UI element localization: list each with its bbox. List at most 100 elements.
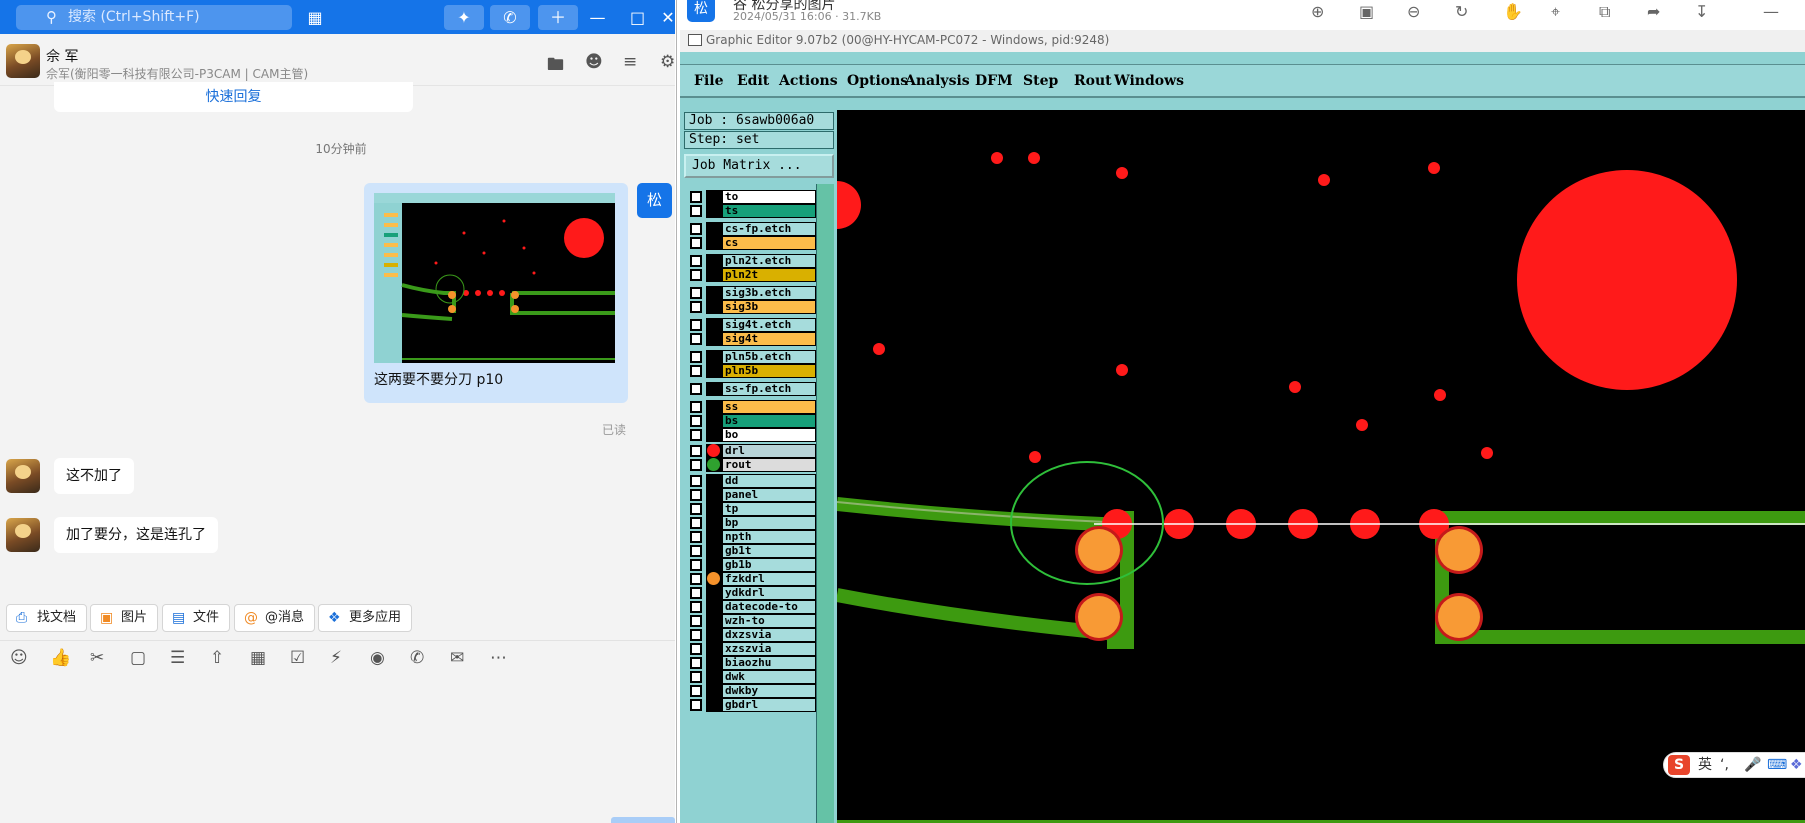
layer-name[interactable]: xzszvia bbox=[722, 642, 816, 656]
thumbs-up-icon[interactable]: 👍 bbox=[50, 648, 71, 668]
layer-row[interactable]: pln5b bbox=[686, 364, 816, 378]
menu-file[interactable]: File bbox=[694, 73, 723, 89]
message-bubble[interactable]: 加了要分，这是连孔了 bbox=[54, 517, 218, 553]
layer-checkbox[interactable] bbox=[690, 237, 702, 249]
layer-scrollbar[interactable] bbox=[816, 184, 834, 823]
layer-name[interactable]: npth bbox=[722, 530, 816, 544]
layer-checkbox[interactable] bbox=[690, 615, 702, 627]
layer-row[interactable]: npth bbox=[686, 530, 816, 544]
keyboard-icon[interactable]: ⌨ bbox=[1767, 753, 1787, 777]
layer-name[interactable]: gbdrl bbox=[722, 698, 816, 712]
layer-row[interactable]: gb1t bbox=[686, 544, 816, 558]
layer-row[interactable]: panel bbox=[686, 488, 816, 502]
menu-edit[interactable]: Edit bbox=[737, 73, 769, 89]
ime-language[interactable]: 英 bbox=[1698, 753, 1712, 777]
upload-icon[interactable]: ⇧ bbox=[210, 648, 224, 668]
layer-checkbox[interactable] bbox=[690, 657, 702, 669]
contact-name[interactable]: 佘 军 bbox=[46, 46, 78, 66]
layer-name[interactable]: pln2t.etch bbox=[722, 254, 816, 268]
menu-windows[interactable]: Windows bbox=[1114, 73, 1184, 89]
layer-checkbox[interactable] bbox=[690, 415, 702, 427]
hand-icon[interactable]: ✋ bbox=[1503, 2, 1523, 21]
layer-checkbox[interactable] bbox=[690, 301, 702, 313]
layer-row[interactable]: sig4t.etch bbox=[686, 318, 816, 332]
scissors-icon[interactable]: ✂ bbox=[90, 648, 104, 668]
folder-icon[interactable]: 🖿 bbox=[547, 52, 564, 81]
layer-checkbox[interactable] bbox=[690, 587, 702, 599]
layer-row[interactable]: sig3b bbox=[686, 300, 816, 314]
zoom-in-icon[interactable]: ⊕ bbox=[1311, 2, 1324, 21]
message-input[interactable] bbox=[0, 680, 675, 823]
layer-row[interactable]: to bbox=[686, 190, 816, 204]
layer-row[interactable]: xzszvia bbox=[686, 642, 816, 656]
phone-icon[interactable]: ✆ bbox=[410, 648, 424, 668]
layer-checkbox[interactable] bbox=[690, 255, 702, 267]
layer-name[interactable]: bo bbox=[722, 428, 816, 442]
actual-size-icon[interactable]: ▣ bbox=[1359, 2, 1374, 21]
layer-checkbox[interactable] bbox=[690, 269, 702, 281]
layer-row[interactable]: gbdrl bbox=[686, 698, 816, 712]
layer-row[interactable]: tp bbox=[686, 502, 816, 516]
file-chip[interactable]: ▤ 文件 bbox=[162, 604, 231, 632]
layer-checkbox[interactable] bbox=[690, 351, 702, 363]
layer-row[interactable]: gb1b bbox=[686, 558, 816, 572]
mail-icon[interactable]: ✉ bbox=[450, 648, 464, 668]
layer-row[interactable]: bp bbox=[686, 516, 816, 530]
layer-name[interactable]: bs bbox=[722, 414, 816, 428]
layer-name[interactable]: gb1b bbox=[722, 558, 816, 572]
image-chip[interactable]: ▣ 图片 bbox=[90, 604, 159, 632]
layer-row[interactable]: ydkdrl bbox=[686, 586, 816, 600]
job-matrix-button[interactable]: Job Matrix ... bbox=[684, 154, 834, 178]
ai-assistant-button[interactable]: ✦ bbox=[444, 5, 484, 30]
layer-row[interactable]: datecode-to bbox=[686, 600, 816, 614]
layer-row[interactable]: dwkby bbox=[686, 684, 816, 698]
menu-rout[interactable]: Rout bbox=[1074, 73, 1112, 89]
layer-row[interactable]: sig3b.etch bbox=[686, 286, 816, 300]
punctuation-icon[interactable]: ‘, bbox=[1720, 753, 1729, 777]
more-apps-chip[interactable]: ❖ 更多应用 bbox=[318, 604, 413, 632]
layer-checkbox[interactable] bbox=[690, 383, 702, 395]
layer-row[interactable]: fzkdrl bbox=[686, 572, 816, 586]
layer-name[interactable]: wzh-to bbox=[722, 614, 816, 628]
layer-name[interactable]: rout bbox=[722, 458, 816, 472]
layer-checkbox[interactable] bbox=[690, 629, 702, 641]
layer-name[interactable]: fzkdrl bbox=[722, 572, 816, 586]
search-input[interactable]: ⚲ 搜索 (Ctrl+Shift+F) bbox=[16, 5, 292, 30]
layer-checkbox[interactable] bbox=[690, 475, 702, 487]
layer-name[interactable]: pln2t bbox=[722, 268, 816, 282]
layer-checkbox[interactable] bbox=[690, 545, 702, 557]
layer-checkbox[interactable] bbox=[690, 333, 702, 345]
layer-name[interactable]: biaozhu bbox=[722, 656, 816, 670]
layer-name[interactable]: dd bbox=[722, 474, 816, 488]
layer-row[interactable]: dxzsvia bbox=[686, 628, 816, 642]
crop-icon[interactable]: ⌖ bbox=[1551, 2, 1560, 22]
quick-reply-link[interactable]: 快速回复 bbox=[54, 82, 413, 112]
layer-name[interactable]: tp bbox=[722, 502, 816, 516]
video-call-icon[interactable]: ◉ bbox=[370, 648, 385, 668]
layer-name[interactable]: dwkby bbox=[722, 684, 816, 698]
sender-avatar[interactable] bbox=[6, 459, 40, 493]
layer-name[interactable]: sig3b.etch bbox=[722, 286, 816, 300]
layer-name[interactable]: sig4t.etch bbox=[722, 318, 816, 332]
settings-gear-icon[interactable]: ⚙ bbox=[660, 52, 675, 72]
menu-actions[interactable]: Actions bbox=[779, 73, 838, 89]
skin-icon[interactable]: ❖ bbox=[1790, 753, 1803, 777]
mention-chip[interactable]: @ @消息 bbox=[234, 604, 316, 632]
layer-checkbox[interactable] bbox=[690, 517, 702, 529]
sender-avatar[interactable] bbox=[6, 518, 40, 552]
minimize-icon[interactable]: — bbox=[585, 5, 610, 30]
layer-name[interactable]: dxzsvia bbox=[722, 628, 816, 642]
calendar-icon[interactable]: ▦ bbox=[250, 648, 266, 668]
layer-name[interactable]: bp bbox=[722, 516, 816, 530]
image-message[interactable]: 这两要不要分刀 p10 bbox=[364, 183, 628, 403]
menu-step[interactable]: Step bbox=[1023, 73, 1058, 89]
layer-checkbox[interactable] bbox=[690, 401, 702, 413]
layer-checkbox[interactable] bbox=[690, 191, 702, 203]
layer-row[interactable]: pln2t.etch bbox=[686, 254, 816, 268]
layer-name[interactable]: cs bbox=[722, 236, 816, 250]
layer-checkbox[interactable] bbox=[690, 459, 702, 471]
layer-row[interactable]: sig4t bbox=[686, 332, 816, 346]
rotate-icon[interactable]: ↻ bbox=[1455, 2, 1468, 21]
emoji-icon[interactable]: ☺ bbox=[10, 648, 28, 668]
share-icon[interactable]: ➦ bbox=[1647, 2, 1660, 21]
